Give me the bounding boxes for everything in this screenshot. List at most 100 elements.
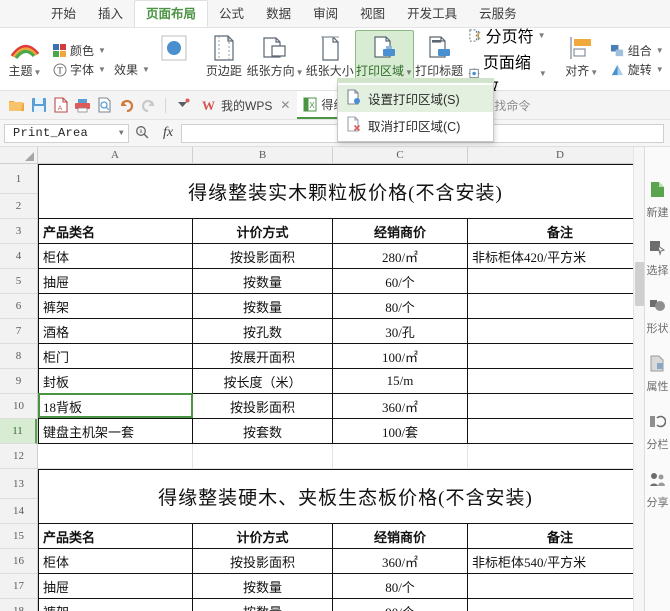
sidebar-item-2[interactable]: 形状 bbox=[645, 297, 670, 336]
merged-title-cell[interactable]: 得缘整装硬木、夹板生态板价格(不含安装) bbox=[38, 469, 653, 524]
vertical-scrollbar[interactable] bbox=[633, 147, 644, 611]
cell-B6[interactable]: 按数量 bbox=[193, 294, 333, 319]
cell-B18[interactable]: 按数量 bbox=[193, 599, 333, 611]
cell-A6[interactable]: 裤架 bbox=[38, 294, 193, 319]
theme-button[interactable]: 主题▼ bbox=[3, 30, 47, 90]
row-header-5[interactable]: 5 bbox=[0, 269, 37, 294]
row-header-11[interactable]: 11 bbox=[0, 419, 37, 444]
row-header-3[interactable]: 3 bbox=[0, 219, 37, 244]
cell-D7[interactable] bbox=[468, 319, 653, 344]
cell-B10[interactable]: 按投影面积 bbox=[193, 394, 333, 419]
cell-A3[interactable]: 产品类名 bbox=[38, 219, 193, 244]
cell-A7[interactable]: 酒格 bbox=[38, 319, 193, 344]
export-pdf-icon[interactable]: A bbox=[50, 95, 71, 116]
save-icon[interactable] bbox=[28, 95, 49, 116]
cell-C5[interactable]: 60/个 bbox=[333, 269, 468, 294]
ribbon-tab-0[interactable]: 开始 bbox=[40, 1, 87, 27]
row-header-1[interactable]: 1 bbox=[0, 164, 37, 194]
row-header-10[interactable]: 10 bbox=[0, 394, 37, 419]
vertical-scrollbar-thumb[interactable] bbox=[635, 262, 644, 306]
cell-C4[interactable]: 280/㎡ bbox=[333, 244, 468, 269]
fx-icon[interactable]: fx bbox=[155, 125, 181, 141]
row-header-7[interactable]: 7 bbox=[0, 319, 37, 344]
row-header-9[interactable]: 9 bbox=[0, 369, 37, 394]
cell-B4[interactable]: 按投影面积 bbox=[193, 244, 333, 269]
customize-qat-icon[interactable] bbox=[172, 95, 193, 116]
row-header-17[interactable]: 17 bbox=[0, 574, 37, 599]
row-header-13[interactable]: 13 bbox=[0, 469, 37, 499]
cell-D5[interactable] bbox=[468, 269, 653, 294]
cell-C3[interactable]: 经销商价 bbox=[333, 219, 468, 244]
cell-C7[interactable]: 30/孔 bbox=[333, 319, 468, 344]
sidebar-item-4[interactable]: 分栏 bbox=[645, 413, 670, 452]
cell-A9[interactable]: 封板 bbox=[38, 369, 193, 394]
cell-A16[interactable]: 柜体 bbox=[38, 549, 193, 574]
cell-D15[interactable]: 备注 bbox=[468, 524, 653, 549]
cell-D8[interactable] bbox=[468, 344, 653, 369]
cell-D12[interactable] bbox=[468, 444, 653, 469]
cell-A11[interactable]: 键盘主机架一套 bbox=[38, 419, 193, 444]
cell-A10[interactable]: 18背板 bbox=[38, 394, 193, 419]
cell-area[interactable]: 得缘整装实木颗粒板价格(不含安装) 产品类名 计价方式 经销商价 备注 柜体 按投影面积 28… bbox=[38, 164, 670, 611]
ribbon-tab-5[interactable]: 审阅 bbox=[302, 1, 349, 27]
paper-orientation-button[interactable]: 纸张方向▼ bbox=[246, 30, 304, 90]
cell-B5[interactable]: 按数量 bbox=[193, 269, 333, 294]
cell-A18[interactable]: 裤架 bbox=[38, 599, 193, 611]
my-wps-tab[interactable]: W 我的WPS ✕ bbox=[194, 91, 296, 119]
cell-C16[interactable]: 360/㎡ bbox=[333, 549, 468, 574]
theme-effects-preview-button[interactable] bbox=[156, 30, 192, 90]
menu-item-1[interactable]: 取消打印区域(C) bbox=[338, 112, 493, 139]
cell-A12[interactable] bbox=[38, 444, 193, 469]
cell-A5[interactable]: 抽屉 bbox=[38, 269, 193, 294]
row-header-16[interactable]: 16 bbox=[0, 549, 37, 574]
undo-icon[interactable] bbox=[116, 95, 137, 116]
name-box[interactable]: Print_Area ▼ bbox=[4, 123, 129, 143]
cell-C12[interactable] bbox=[333, 444, 468, 469]
ribbon-tab-1[interactable]: 插入 bbox=[87, 1, 134, 27]
cell-A4[interactable]: 柜体 bbox=[38, 244, 193, 269]
ribbon-tab-3[interactable]: 公式 bbox=[208, 1, 255, 27]
cell-D9[interactable] bbox=[468, 369, 653, 394]
open-folder-icon[interactable] bbox=[6, 95, 27, 116]
sidebar-item-3[interactable]: 属性 bbox=[645, 355, 670, 394]
cell-B8[interactable]: 按展开面积 bbox=[193, 344, 333, 369]
page-break-button[interactable]: 分页符 ▼ bbox=[465, 22, 550, 48]
cell-B3[interactable]: 计价方式 bbox=[193, 219, 333, 244]
print-preview-icon[interactable] bbox=[94, 95, 115, 116]
cell-D18[interactable] bbox=[468, 599, 653, 611]
cell-C17[interactable]: 80/个 bbox=[333, 574, 468, 599]
cell-A8[interactable]: 柜门 bbox=[38, 344, 193, 369]
row-header-4[interactable]: 4 bbox=[0, 244, 37, 269]
column-header-D[interactable]: D bbox=[468, 147, 653, 163]
sidebar-item-0[interactable]: 新建 bbox=[645, 181, 670, 220]
cell-B17[interactable]: 按数量 bbox=[193, 574, 333, 599]
ribbon-tab-7[interactable]: 开发工具 bbox=[396, 1, 468, 27]
cell-D10[interactable] bbox=[468, 394, 653, 419]
redo-icon[interactable] bbox=[138, 95, 159, 116]
cell-B12[interactable] bbox=[193, 444, 333, 469]
row-header-2[interactable]: 2 bbox=[0, 194, 37, 219]
row-header-14[interactable]: 14 bbox=[0, 499, 37, 524]
cell-C18[interactable]: 90/个 bbox=[333, 599, 468, 611]
cell-A17[interactable]: 抽屉 bbox=[38, 574, 193, 599]
cell-C9[interactable]: 15/m bbox=[333, 369, 468, 394]
cell-B15[interactable]: 计价方式 bbox=[193, 524, 333, 549]
page-margins-button[interactable]: 页边距 bbox=[202, 30, 246, 90]
row-header-12[interactable]: 12 bbox=[0, 444, 37, 469]
column-header-B[interactable]: B bbox=[193, 147, 333, 163]
cell-B7[interactable]: 按孔数 bbox=[193, 319, 333, 344]
theme-effect-button[interactable]: 效果 ▼ bbox=[110, 60, 154, 79]
cell-B11[interactable]: 按套数 bbox=[193, 419, 333, 444]
cell-C11[interactable]: 100/套 bbox=[333, 419, 468, 444]
row-header-15[interactable]: 15 bbox=[0, 524, 37, 549]
row-header-8[interactable]: 8 bbox=[0, 344, 37, 369]
sidebar-item-5[interactable]: 分享 bbox=[645, 471, 670, 510]
column-header-A[interactable]: A bbox=[38, 147, 193, 163]
sidebar-item-1[interactable]: 选择 bbox=[645, 239, 670, 278]
column-header-C[interactable]: C bbox=[333, 147, 468, 163]
group-button[interactable]: 组合 ▼ bbox=[606, 41, 668, 60]
cell-D6[interactable] bbox=[468, 294, 653, 319]
cell-A15[interactable]: 产品类名 bbox=[38, 524, 193, 549]
close-icon[interactable]: ✕ bbox=[280, 98, 290, 112]
ribbon-tab-6[interactable]: 视图 bbox=[349, 1, 396, 27]
